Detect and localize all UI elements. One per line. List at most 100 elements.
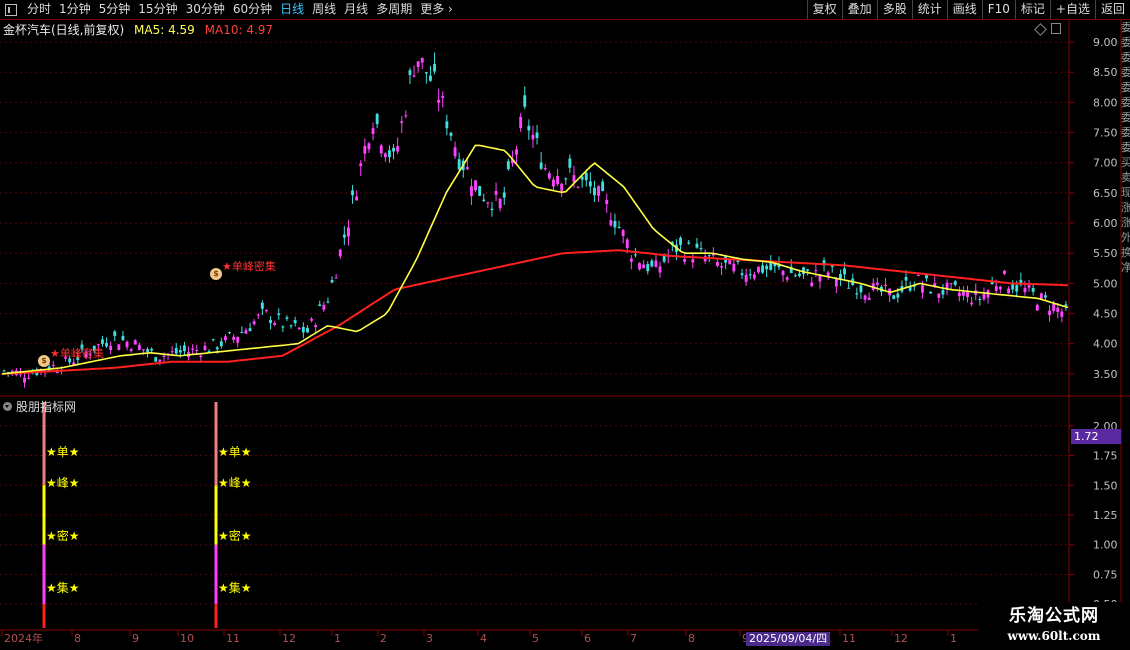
candle-body — [150, 348, 154, 351]
candle-body — [240, 331, 244, 333]
indicator-signal-bar — [214, 544, 218, 605]
window-icon[interactable] — [1051, 23, 1061, 34]
kline-chart[interactable]: 9.00 8.50 8.00 7.50 7.00 6.50 6.00 5.50 5.00 4.50… — [0, 0, 1130, 650]
candle-body — [691, 259, 695, 263]
candle-body — [199, 355, 203, 358]
candle-body — [597, 186, 600, 196]
candle-body — [10, 370, 14, 372]
candle-body — [556, 175, 559, 185]
candle-body — [937, 293, 941, 298]
candle-body — [1023, 288, 1027, 293]
indicator-tick-label: 1.25 — [1093, 509, 1118, 522]
candle-body — [1015, 284, 1019, 292]
candle-body — [658, 266, 662, 273]
candle-body — [281, 326, 285, 328]
candle-body — [748, 274, 752, 276]
candle-body — [289, 325, 293, 327]
candle-body — [752, 274, 756, 279]
candle-body — [502, 192, 506, 198]
candle-body — [306, 327, 309, 333]
quote-side-panel[interactable]: 委委委委委委委委委买卖现涨涨外换净 — [1121, 20, 1130, 632]
candle-body — [740, 273, 744, 276]
candle-body — [834, 279, 838, 287]
candle-body — [334, 277, 338, 279]
candle-body — [183, 345, 186, 352]
candle-body — [142, 349, 145, 351]
price-tick-label: 4.50 — [1093, 308, 1118, 321]
candle-body — [457, 159, 461, 170]
side-panel-char: 委 — [1121, 126, 1130, 139]
money-bag-icon: $ — [210, 268, 222, 280]
candle-body — [470, 186, 473, 197]
indicator-value-badge: 1.72 — [1071, 429, 1121, 444]
candle-body — [453, 147, 457, 157]
indicator-signal-bar — [214, 402, 218, 486]
watermark-logo: 乐淘公式网 www.60lt.com — [978, 602, 1130, 650]
candle-body — [519, 116, 523, 129]
x-tick-label: 3 — [426, 632, 433, 645]
candle-body — [396, 146, 400, 152]
candle-body — [424, 72, 428, 74]
price-tick-label: 6.50 — [1093, 187, 1118, 200]
candle-body — [892, 295, 896, 300]
candle-body — [195, 350, 199, 352]
candle-body — [252, 321, 256, 325]
candle-body — [962, 291, 965, 296]
candle-body — [506, 161, 510, 170]
price-tick-label: 7.00 — [1093, 157, 1118, 170]
candle-body — [1027, 285, 1031, 288]
candle-body — [347, 227, 350, 237]
candle-body — [855, 293, 859, 295]
side-panel-char: 委 — [1121, 111, 1130, 124]
candle-body — [170, 351, 174, 353]
candle-body — [970, 302, 974, 305]
side-panel-char: 委 — [1121, 36, 1130, 49]
ma5-value: MA5: 4.59 — [134, 23, 195, 37]
candle-body — [859, 285, 863, 293]
candle-body — [535, 132, 539, 138]
x-tick-label: 2 — [380, 632, 387, 645]
candle-body — [839, 274, 842, 279]
indicator-title: 股朋指标网 — [16, 400, 77, 414]
candle-body — [478, 185, 482, 196]
candle-body — [285, 317, 289, 319]
candle-body — [146, 349, 149, 352]
candle-body — [293, 320, 297, 324]
signal-annotation: ★单峰密集 — [50, 347, 104, 360]
x-tick-label: 6 — [584, 632, 591, 645]
candle-body — [621, 230, 625, 237]
candle-body — [412, 75, 416, 77]
price-tick-label: 8.50 — [1093, 66, 1118, 79]
candle-body — [732, 263, 736, 272]
candle-body — [785, 277, 789, 280]
side-panel-char: 委 — [1121, 51, 1130, 64]
price-tick-label: 6.00 — [1093, 217, 1118, 230]
candle-body — [310, 318, 313, 321]
diamond-icon[interactable] — [1034, 23, 1047, 36]
indicator-tick-label: 1.50 — [1093, 479, 1118, 492]
dropdown-icon[interactable] — [3, 402, 12, 411]
price-tick-label: 8.00 — [1093, 96, 1118, 109]
indicator-label-ji: ★集★ — [218, 581, 252, 595]
candle-body — [51, 364, 55, 366]
candle-body — [539, 162, 543, 169]
candle-body — [482, 199, 486, 201]
side-panel-char: 外 — [1121, 231, 1130, 244]
indicator-signal-bar — [42, 544, 46, 605]
candle-body — [1003, 270, 1006, 274]
candle-body — [957, 292, 961, 297]
candle-body — [515, 149, 518, 155]
side-panel-char: 涨 — [1121, 216, 1130, 229]
candle-body — [445, 121, 449, 129]
x-tick-label: 12 — [282, 632, 296, 645]
x-tick-label: 11 — [226, 632, 240, 645]
candle-body — [191, 348, 195, 350]
candle-body — [400, 121, 404, 123]
candle-body — [273, 323, 277, 325]
x-tick-label: 11 — [842, 632, 856, 645]
candle-body — [117, 344, 121, 351]
candle-body — [875, 282, 879, 285]
candle-body — [1007, 288, 1010, 294]
candle-body — [215, 347, 219, 350]
candle-body — [904, 276, 908, 281]
